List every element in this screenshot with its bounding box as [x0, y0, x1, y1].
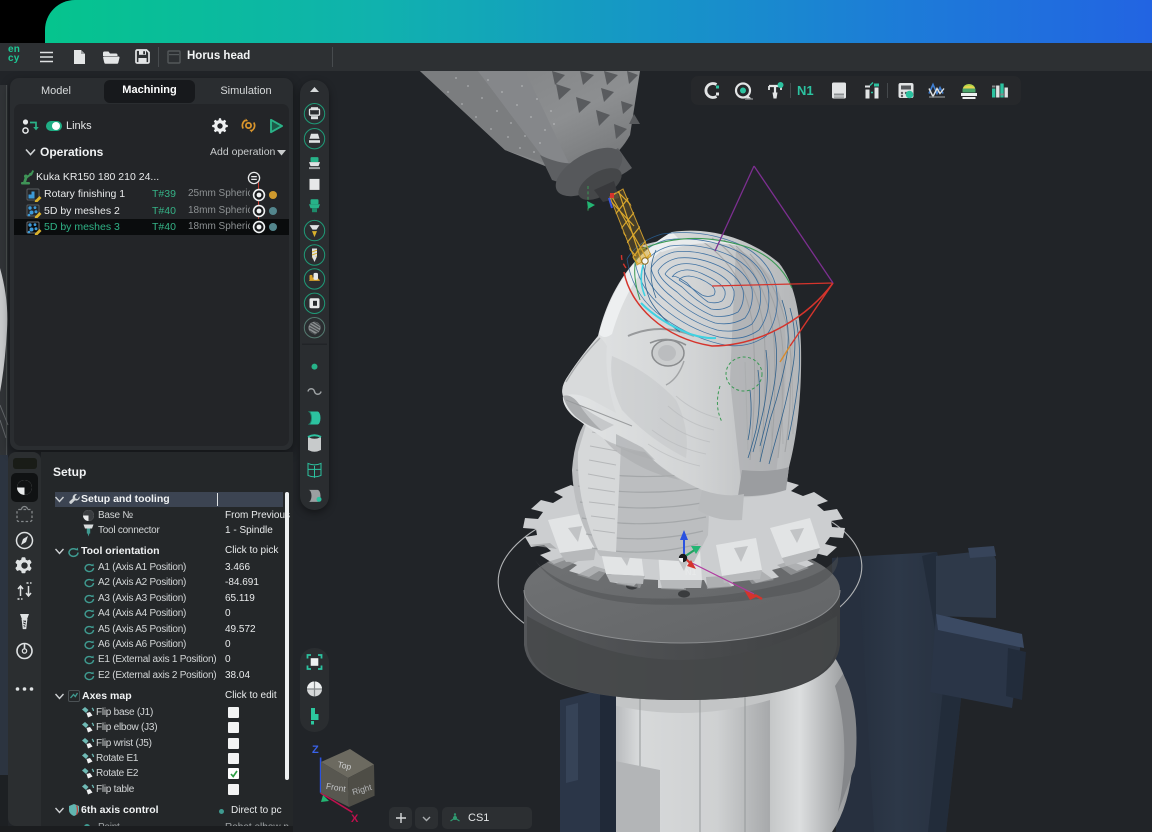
svg-text:Z: Z: [312, 744, 319, 756]
svg-text:X: X: [351, 813, 359, 825]
svg-text:N1: N1: [797, 83, 814, 98]
svg-text:N1: N1: [685, 567, 697, 577]
